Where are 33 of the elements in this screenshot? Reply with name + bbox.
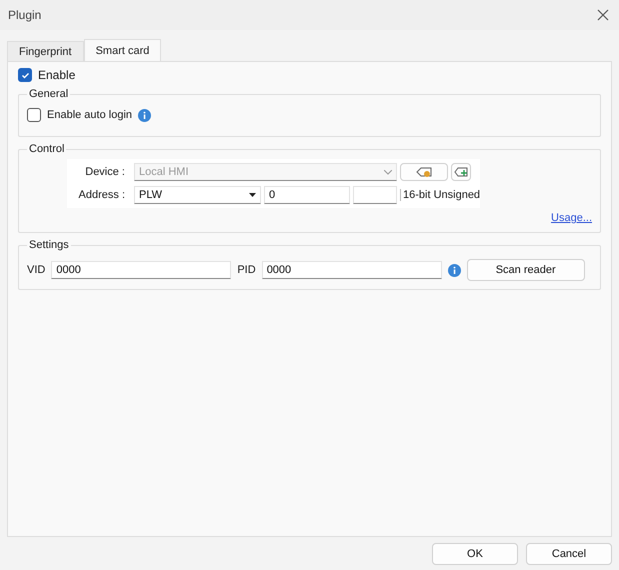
- address-type-dropdown[interactable]: PLW: [134, 186, 261, 204]
- field-label: Address :: [78, 189, 126, 201]
- usage-link[interactable]: Usage...: [551, 212, 592, 224]
- group-title: Control: [28, 143, 66, 155]
- tab[interactable]: Smart card: [84, 39, 162, 61]
- field-label: VID: [27, 264, 46, 276]
- dialog-button[interactable]: OK: [432, 543, 518, 565]
- checkbox[interactable]: [27, 108, 41, 122]
- window-title: Plugin: [8, 8, 42, 22]
- info-icon: [448, 264, 461, 276]
- scan-reader-button[interactable]: Scan reader: [466, 259, 585, 281]
- tag-icon-button[interactable]: [400, 163, 448, 181]
- tag-icon: [416, 167, 432, 177]
- close-button[interactable]: [595, 7, 611, 23]
- tag-plus-icon: [454, 167, 468, 177]
- address-extra-field[interactable]: [353, 186, 397, 204]
- chevron-down-icon: [384, 170, 392, 174]
- tag-add-button[interactable]: [451, 163, 471, 181]
- tab[interactable]: Fingerprint: [7, 41, 84, 61]
- field-label: PID: [237, 264, 256, 276]
- dialog-button[interactable]: Cancel: [526, 543, 612, 565]
- checkbox[interactable]: [18, 68, 32, 82]
- caret-down-icon: [249, 193, 256, 197]
- group-title: Settings: [28, 239, 70, 251]
- checkbox-label: Enable: [38, 68, 76, 82]
- info-icon: [138, 108, 152, 122]
- checkbox-label: Enable auto login: [47, 109, 132, 121]
- checkmark-icon: [20, 70, 30, 80]
- group-title: General: [28, 88, 70, 100]
- vid-field[interactable]: 0000: [51, 261, 232, 279]
- field-label: Device :: [84, 166, 126, 178]
- pid-field[interactable]: 0000: [262, 261, 442, 279]
- address-field[interactable]: 0: [264, 186, 350, 204]
